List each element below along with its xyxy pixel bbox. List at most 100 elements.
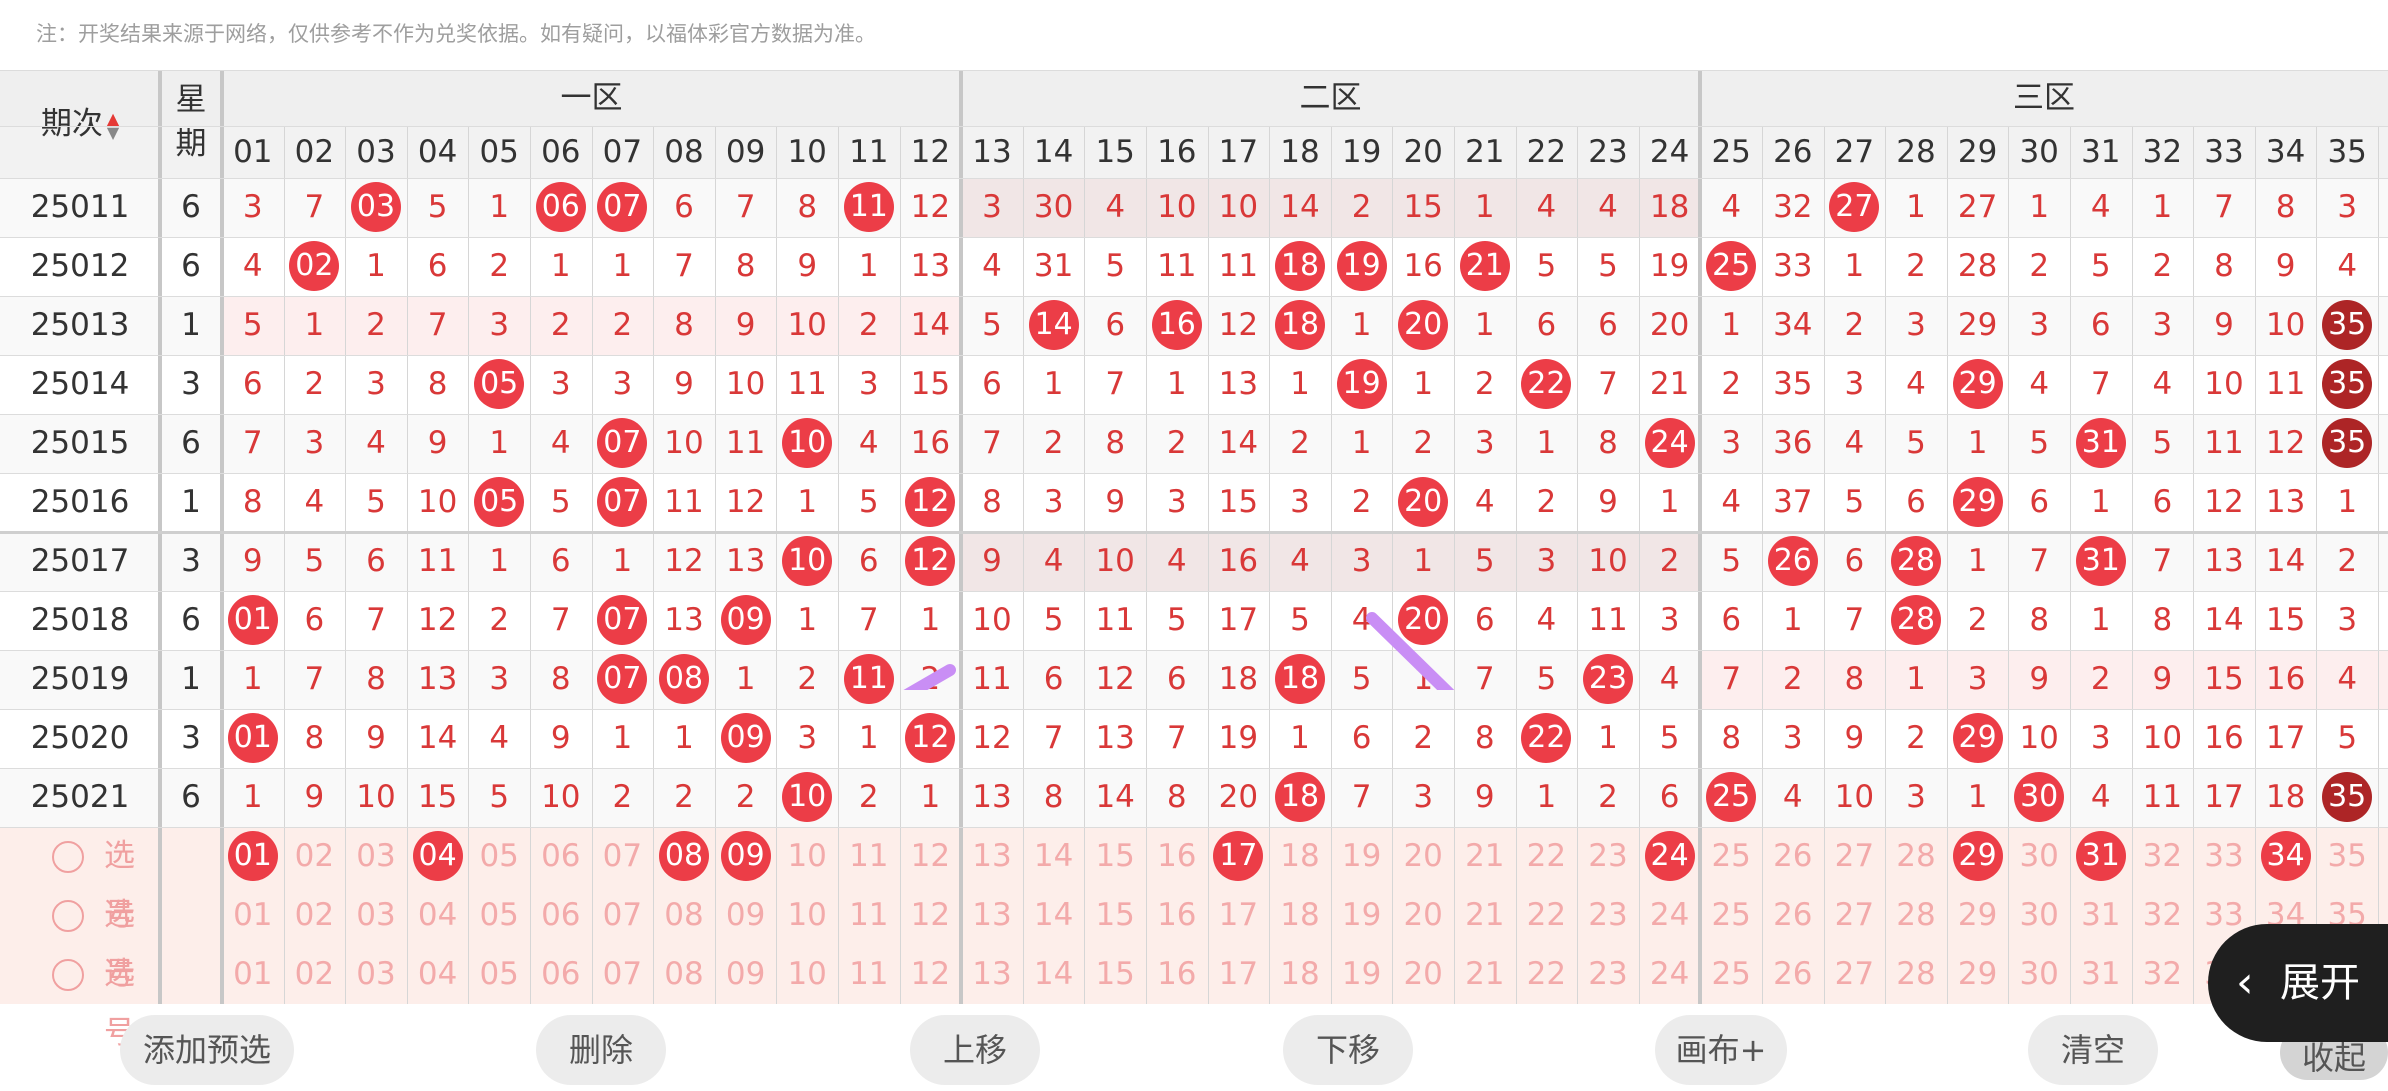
selectable-number-cell[interactable]: 13 bbox=[961, 827, 1023, 886]
selected-number-cell[interactable]: 04 bbox=[407, 827, 469, 886]
selectable-number-cell[interactable]: 22 bbox=[1516, 886, 1578, 945]
selectable-number-cell[interactable]: 27 bbox=[1824, 945, 1886, 1004]
selected-number-cell[interactable]: 34 bbox=[2255, 827, 2317, 886]
clear-button[interactable]: 清空 bbox=[2028, 1015, 2158, 1085]
select-row-toggle[interactable]: 选号 bbox=[0, 827, 160, 933]
selectable-number-cell[interactable]: 30 bbox=[2008, 827, 2070, 886]
selectable-number-cell[interactable]: 07 bbox=[592, 827, 654, 886]
selectable-number-cell[interactable]: 08 bbox=[653, 886, 715, 945]
selectable-number-cell[interactable]: 19 bbox=[1331, 886, 1393, 945]
selectable-number-cell[interactable]: 21 bbox=[1454, 886, 1516, 945]
selectable-number-cell[interactable]: 02 bbox=[284, 945, 346, 1004]
selectable-number-cell[interactable]: 06 bbox=[530, 827, 592, 886]
selectable-number-cell[interactable]: 27 bbox=[1824, 886, 1886, 945]
selected-ball[interactable]: 08 bbox=[658, 830, 709, 881]
selectable-number-cell[interactable]: 03 bbox=[345, 945, 407, 1004]
selectable-number-cell[interactable]: 21 bbox=[1454, 945, 1516, 1004]
selectable-number-cell[interactable]: 01 bbox=[222, 886, 284, 945]
select-row-toggle[interactable]: 选号 bbox=[0, 945, 160, 1051]
selectable-number-cell[interactable]: 30 bbox=[2008, 945, 2070, 1004]
selectable-number-cell[interactable]: 22 bbox=[1516, 945, 1578, 1004]
selectable-number-cell[interactable]: 09 bbox=[715, 945, 777, 1004]
selectable-number-cell[interactable]: 23 bbox=[1577, 886, 1639, 945]
selectable-number-cell[interactable]: 26 bbox=[1762, 886, 1824, 945]
selectable-number-cell[interactable]: 01 bbox=[222, 945, 284, 1004]
selectable-number-cell[interactable]: 06 bbox=[530, 886, 592, 945]
selectable-number-cell[interactable]: 22 bbox=[1516, 827, 1578, 886]
selectable-number-cell[interactable]: 30 bbox=[2008, 886, 2070, 945]
selectable-number-cell[interactable]: 03 bbox=[345, 827, 407, 886]
selected-number-cell[interactable]: 09 bbox=[715, 827, 777, 886]
selectable-number-cell[interactable]: 16 bbox=[1146, 827, 1208, 886]
add-preselect-button[interactable]: 添加预选 bbox=[120, 1015, 294, 1085]
selectable-number-cell[interactable]: 20 bbox=[1392, 886, 1454, 945]
selectable-number-cell[interactable]: 03 bbox=[345, 886, 407, 945]
selectable-number-cell[interactable]: 17 bbox=[1208, 886, 1270, 945]
selectable-number-cell[interactable]: 14 bbox=[1023, 827, 1085, 886]
selectable-number-cell[interactable]: 28 bbox=[1885, 945, 1947, 1004]
selected-ball[interactable]: 01 bbox=[227, 830, 278, 881]
selectable-number-cell[interactable]: 28 bbox=[1885, 827, 1947, 886]
selected-number-cell[interactable]: 08 bbox=[653, 827, 715, 886]
selectable-number-cell[interactable]: 35 bbox=[2316, 827, 2378, 886]
selectable-number-cell[interactable]: 24 bbox=[1639, 886, 1701, 945]
selectable-number-cell[interactable]: 11 bbox=[838, 945, 900, 1004]
selectable-number-cell[interactable]: 24 bbox=[1639, 945, 1701, 1004]
selectable-number-cell[interactable]: 26 bbox=[1762, 827, 1824, 886]
selectable-number-cell[interactable]: 04 bbox=[407, 886, 469, 945]
selectable-number-cell[interactable]: 19 bbox=[1331, 827, 1393, 886]
selectable-number-cell[interactable]: 31 bbox=[2070, 886, 2132, 945]
selected-ball[interactable]: 31 bbox=[2075, 830, 2126, 881]
selected-number-cell[interactable]: 01 bbox=[222, 827, 284, 886]
selected-ball[interactable]: 04 bbox=[412, 830, 463, 881]
selectable-number-cell[interactable]: 14 bbox=[1023, 886, 1085, 945]
canvas-plus-button[interactable]: 画布+ bbox=[1655, 1015, 1787, 1085]
selected-number-cell[interactable]: 29 bbox=[1947, 827, 2009, 886]
delete-button[interactable]: 删除 bbox=[536, 1015, 666, 1085]
selected-number-cell[interactable]: 31 bbox=[2070, 827, 2132, 886]
selectable-number-cell[interactable]: 28 bbox=[1885, 886, 1947, 945]
move-up-button[interactable]: 上移 bbox=[910, 1015, 1040, 1085]
selectable-number-cell[interactable]: 10 bbox=[776, 945, 838, 1004]
selectable-number-cell[interactable]: 27 bbox=[1824, 827, 1886, 886]
selectable-number-cell[interactable]: 05 bbox=[468, 827, 530, 886]
selected-number-cell[interactable]: 17 bbox=[1208, 827, 1270, 886]
selectable-number-cell[interactable]: 16 bbox=[1146, 886, 1208, 945]
selectable-number-cell[interactable]: 12 bbox=[900, 945, 962, 1004]
selectable-number-cell[interactable]: 18 bbox=[1269, 886, 1331, 945]
selectable-number-cell[interactable]: 25 bbox=[1700, 827, 1762, 886]
selectable-number-cell[interactable]: 33 bbox=[2193, 827, 2255, 886]
selected-number-cell[interactable]: 24 bbox=[1639, 827, 1701, 886]
selectable-number-cell[interactable]: 05 bbox=[468, 945, 530, 1004]
selectable-number-cell[interactable]: 12 bbox=[900, 886, 962, 945]
selectable-number-cell[interactable]: 32 bbox=[2132, 945, 2194, 1004]
move-down-button[interactable]: 下移 bbox=[1283, 1015, 1413, 1085]
selectable-number-cell[interactable]: 32 bbox=[2132, 827, 2194, 886]
selectable-number-cell[interactable]: 13 bbox=[961, 886, 1023, 945]
selectable-number-cell[interactable]: 21 bbox=[1454, 827, 1516, 886]
radio-icon[interactable] bbox=[52, 959, 84, 991]
selectable-number-cell[interactable]: 23 bbox=[1577, 827, 1639, 886]
selectable-number-cell[interactable]: 15 bbox=[1084, 886, 1146, 945]
selectable-number-cell[interactable]: 07 bbox=[592, 945, 654, 1004]
selectable-number-cell[interactable]: 29 bbox=[1947, 886, 2009, 945]
selectable-number-cell[interactable]: 12 bbox=[900, 827, 962, 886]
select-row-toggle[interactable]: 选号 bbox=[0, 886, 160, 992]
selectable-number-cell[interactable]: 26 bbox=[1762, 945, 1824, 1004]
selectable-number-cell[interactable]: 08 bbox=[653, 945, 715, 1004]
selectable-number-cell[interactable]: 18 bbox=[1269, 945, 1331, 1004]
selected-ball[interactable]: 17 bbox=[1213, 830, 1264, 881]
selectable-number-cell[interactable]: 07 bbox=[592, 886, 654, 945]
selectable-number-cell[interactable]: 02 bbox=[284, 827, 346, 886]
selectable-number-cell[interactable]: 29 bbox=[1947, 945, 2009, 1004]
selectable-number-cell[interactable]: 15 bbox=[1084, 827, 1146, 886]
selectable-number-cell[interactable]: 10 bbox=[776, 827, 838, 886]
selectable-number-cell[interactable]: 32 bbox=[2132, 886, 2194, 945]
selectable-number-cell[interactable]: 16 bbox=[1146, 945, 1208, 1004]
selectable-number-cell[interactable]: 23 bbox=[1577, 945, 1639, 1004]
selected-ball[interactable]: 09 bbox=[720, 830, 771, 881]
selectable-number-cell[interactable]: 11 bbox=[838, 886, 900, 945]
selectable-number-cell[interactable]: 10 bbox=[776, 886, 838, 945]
selectable-number-cell[interactable]: 05 bbox=[468, 886, 530, 945]
selectable-number-cell[interactable]: 17 bbox=[1208, 945, 1270, 1004]
